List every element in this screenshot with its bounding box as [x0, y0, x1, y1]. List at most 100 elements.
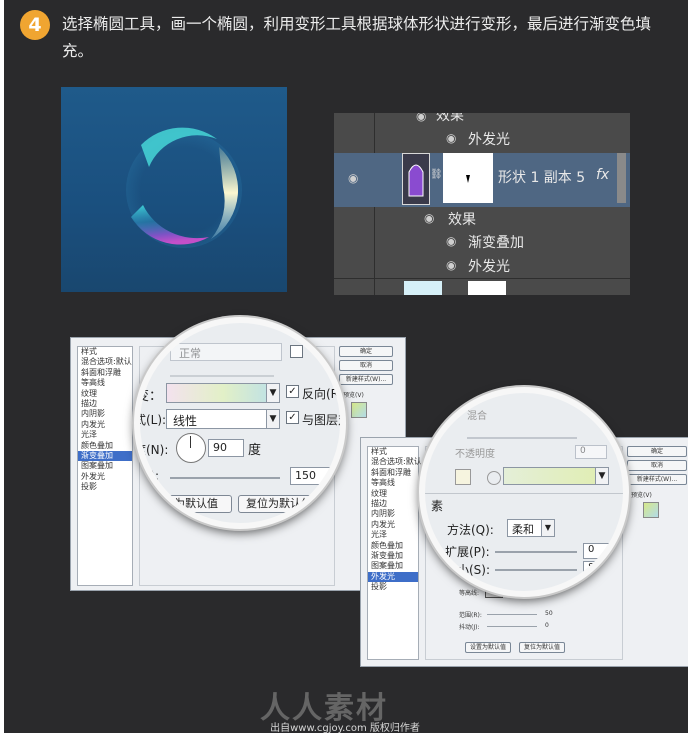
artwork-preview	[61, 87, 287, 292]
watermark-caption: 出自www.cgjoy.com 版权归作者	[270, 723, 420, 734]
style-list-item[interactable]: 图案叠加	[368, 561, 418, 571]
style-list-item-selected[interactable]: 外发光	[368, 571, 418, 583]
style-list-item[interactable]: 等高线	[78, 378, 132, 388]
layer-row-label: 外发光	[468, 259, 510, 275]
style-list-item[interactable]: 光泽	[368, 530, 418, 540]
layer-row-gradient-overlay[interactable]: ◉ 渐变叠加	[334, 229, 630, 253]
style-list-item[interactable]: 内发光	[368, 520, 418, 530]
ok-button[interactable]: 确定	[339, 346, 393, 357]
new-style-button[interactable]: 新建样式(W)...	[339, 374, 393, 385]
visibility-eye-icon[interactable]: ◉	[416, 113, 426, 123]
gradient-picker[interactable]: ▼	[503, 467, 609, 485]
reset-default-button[interactable]: 复位为默认值	[238, 495, 320, 513]
sphere-illustration	[126, 127, 242, 248]
style-list-item[interactable]: 斜面和浮雕	[368, 468, 418, 478]
style-list-item[interactable]: 投影	[78, 482, 132, 492]
style-list-item[interactable]: 斜面和浮雕	[78, 368, 132, 378]
gradient-label: 变：	[136, 389, 163, 404]
align-label: 与图层对	[302, 413, 346, 427]
visibility-eye-icon[interactable]: ◉	[424, 211, 434, 225]
fx-icon[interactable]: fx	[596, 167, 609, 183]
layer-row-effects-top[interactable]: ◉ 效果	[334, 113, 630, 125]
color-swatch[interactable]	[455, 469, 471, 485]
style-list-item[interactable]: 混合选项:默认	[368, 457, 422, 467]
layer-name-label[interactable]: 形状 1 副本 5	[498, 167, 585, 187]
magnifier-outer-glow: 混合 不透明度 0 ▼ 素 方法(Q): 柔和 ▼ 扩展(P): 0 大小(S):…	[419, 387, 629, 597]
layer-row-effects[interactable]: ◉ 效果	[334, 207, 630, 229]
technique-value: 柔和	[512, 523, 534, 536]
opacity-label: 不透明度	[455, 449, 495, 460]
style-preview-swatch	[643, 502, 659, 518]
style-preview-swatch	[351, 402, 367, 418]
opacity-slider[interactable]	[170, 375, 274, 377]
opacity-slider[interactable]	[467, 437, 577, 439]
preview-checkbox-label[interactable]: 预览(V)	[343, 390, 364, 399]
size-input[interactable]: 81	[583, 561, 621, 577]
angle-value: 90	[213, 441, 227, 454]
style-list-item[interactable]: 描边	[78, 399, 132, 409]
technique-select[interactable]: 柔和 ▼	[507, 519, 555, 537]
visibility-eye-icon[interactable]: ◉	[446, 258, 456, 272]
angle-dial[interactable]	[176, 433, 206, 463]
reset-default-button[interactable]: 复位为默认值	[519, 642, 565, 653]
spread-slider[interactable]	[495, 551, 577, 553]
step-instruction-text: 选择椭圆工具，画一个椭圆，利用变形工具根据球体形状进行变形，最后进行渐变色填充。	[62, 15, 652, 60]
set-default-button[interactable]: 设置为默认值	[465, 642, 511, 653]
elements-section-label: 素	[431, 499, 444, 513]
layer-row-label: 外发光	[468, 132, 510, 148]
range-slider[interactable]	[487, 614, 537, 615]
style-list-item[interactable]: 描边	[368, 499, 418, 509]
style-list-item[interactable]: 颜色叠加	[368, 541, 418, 551]
scale-input[interactable]: 150	[290, 467, 334, 485]
cancel-button[interactable]: 取消	[627, 460, 687, 471]
range-value: 50	[545, 610, 553, 617]
blend-mode-select[interactable]: 正常	[170, 343, 282, 361]
style-list-item[interactable]: 样式	[78, 347, 132, 357]
style-list-item[interactable]: 投影	[368, 582, 418, 592]
style-list-item[interactable]: 等高线	[368, 478, 418, 488]
dither-checkbox[interactable]	[290, 345, 303, 358]
chevron-down-icon[interactable]: ▼	[266, 384, 279, 402]
style-list-item[interactable]: 内阴影	[78, 409, 132, 419]
style-list-item[interactable]: 混合选项:默认	[78, 357, 132, 367]
size-slider[interactable]	[495, 569, 577, 571]
style-list-item-selected[interactable]: 渐变叠加	[78, 450, 132, 462]
style-list-item[interactable]: 图案叠加	[78, 461, 132, 471]
chevron-down-icon[interactable]: ▼	[266, 410, 279, 428]
style-list-item[interactable]: 颜色叠加	[78, 441, 132, 451]
opacity-input[interactable]: 0	[575, 445, 607, 459]
visibility-eye-icon[interactable]: ◉	[446, 131, 456, 145]
style-list-item[interactable]: 纹理	[78, 389, 132, 399]
style-select[interactable]: 线性 ▼	[166, 409, 280, 429]
chevron-down-icon[interactable]: ▼	[595, 468, 608, 484]
style-list-item[interactable]: 内发光	[78, 420, 132, 430]
angle-input[interactable]: 90	[208, 439, 244, 457]
scale-slider[interactable]	[170, 477, 280, 479]
visibility-eye-icon[interactable]: ◉	[446, 234, 456, 248]
new-style-button[interactable]: 新建样式(W)...	[627, 474, 687, 485]
style-list-item[interactable]: 纹理	[368, 489, 418, 499]
style-label: 式(L):	[134, 413, 167, 427]
layers-scrollbar[interactable]	[617, 153, 626, 203]
angle-label: 度(N):	[134, 443, 169, 457]
preview-checkbox-label[interactable]: 预览(V)	[631, 490, 652, 499]
align-with-layer-checkbox[interactable]: ✓	[286, 411, 299, 424]
jitter-slider[interactable]	[487, 626, 537, 627]
style-list-item[interactable]: 样式	[368, 447, 418, 457]
chevron-down-icon[interactable]: ▼	[541, 520, 554, 536]
style-list-item[interactable]: 外发光	[78, 472, 132, 482]
reverse-checkbox[interactable]: ✓	[286, 385, 299, 398]
gradient-radio[interactable]	[487, 471, 501, 485]
layer-row-outer-glow[interactable]: ◉ 外发光	[334, 253, 630, 277]
cancel-button[interactable]: 取消	[339, 360, 393, 371]
ok-button[interactable]: 确定	[627, 446, 687, 457]
magnifier-gradient-overlay: 正常 变： ▼ ✓ 反向(R) 式(L): 线性 ▼ ✓ 与图层对 度(N): 9…	[134, 317, 346, 529]
style-list-item[interactable]: 内阴影	[368, 509, 418, 519]
visibility-eye-icon[interactable]: ◉	[348, 171, 358, 185]
set-default-button[interactable]: 为默认值	[160, 495, 232, 513]
layer-row-outer-glow-top[interactable]: ◉ 外发光	[334, 127, 630, 149]
spread-input[interactable]: 0	[583, 543, 621, 559]
gradient-picker[interactable]: ▼	[166, 383, 280, 403]
style-list-item[interactable]: 光泽	[78, 430, 132, 440]
style-list-item[interactable]: 渐变叠加	[368, 551, 418, 561]
